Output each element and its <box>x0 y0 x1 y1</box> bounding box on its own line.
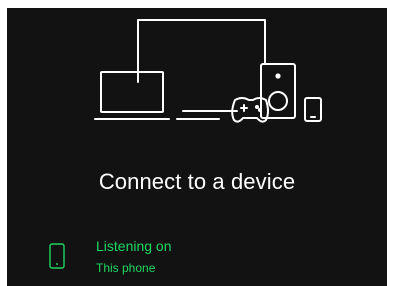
current-device-name: This phone <box>96 261 156 275</box>
devices-illustration-icon <box>94 19 322 123</box>
page-title: Connect to a device <box>98 169 296 194</box>
listening-on-label: Listening on <box>96 238 172 254</box>
connect-device-panel: Connect to a device Listening on This ph… <box>7 8 387 286</box>
phone-icon <box>49 243 65 269</box>
current-device-row[interactable]: Listening on This phone <box>7 234 387 284</box>
